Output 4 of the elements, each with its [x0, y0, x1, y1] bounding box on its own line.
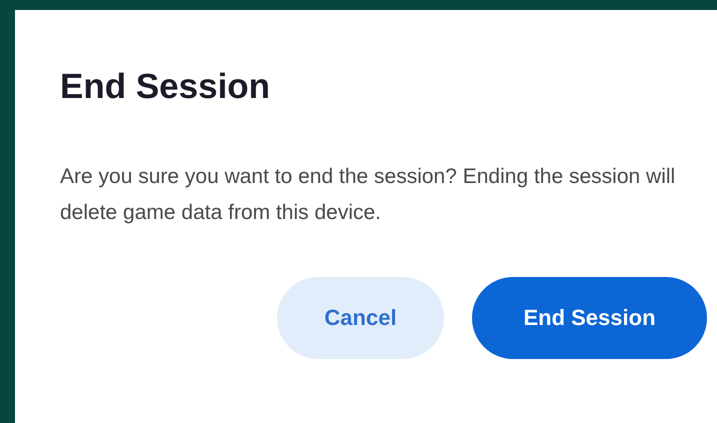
cancel-button[interactable]: Cancel — [277, 276, 444, 358]
end-session-button[interactable]: End Session — [472, 276, 707, 358]
dialog-title: End Session — [60, 68, 272, 106]
dialog-message: Are you sure you want to end the session? Ending the session will delete game data from this device. — [60, 164, 676, 226]
